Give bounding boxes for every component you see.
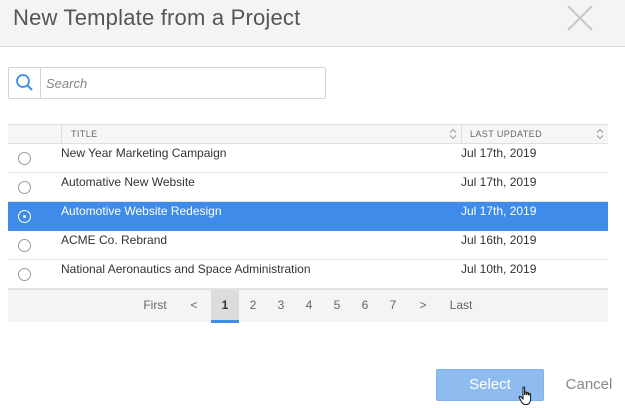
- sort-icon: [596, 128, 604, 140]
- projects-table: TITLE LAST UPDATED New Year Marketing Ca…: [8, 124, 608, 323]
- hand-pointer-icon: [518, 386, 532, 405]
- row-last-updated: Jul 17th, 2019: [461, 146, 537, 160]
- row-last-updated: Jul 10th, 2019: [461, 262, 537, 276]
- row-title: Automative New Website: [61, 175, 195, 189]
- cancel-button[interactable]: Cancel: [559, 369, 619, 401]
- table-row[interactable]: Automative New Website Jul 17th, 2019: [8, 173, 608, 202]
- row-title: Automotive Website Redesign: [61, 204, 222, 218]
- pagination-first[interactable]: First: [136, 290, 174, 323]
- row-radio[interactable]: [18, 268, 31, 281]
- row-last-updated: Jul 17th, 2019: [461, 175, 537, 189]
- dialog-header: New Template from a Project: [0, 0, 625, 47]
- search-input[interactable]: [42, 68, 324, 98]
- search-icon: [16, 74, 33, 91]
- pagination-prev[interactable]: <: [182, 290, 206, 323]
- row-radio[interactable]: [18, 152, 31, 165]
- dialog-title: New Template from a Project: [13, 5, 301, 30]
- close-button[interactable]: [565, 4, 595, 32]
- search-box: [8, 67, 326, 99]
- table-row[interactable]: ACME Co. Rebrand Jul 16th, 2019: [8, 231, 608, 260]
- row-radio[interactable]: [18, 181, 31, 194]
- column-header-title[interactable]: TITLE: [61, 125, 461, 144]
- row-title: ACME Co. Rebrand: [61, 233, 168, 247]
- close-icon: [567, 5, 593, 31]
- row-radio[interactable]: [18, 239, 31, 252]
- pagination-page-1[interactable]: 1: [211, 290, 239, 323]
- pagination-page-7[interactable]: 7: [379, 290, 407, 323]
- table-row-selected[interactable]: Automotive Website Redesign Jul 17th, 20…: [8, 202, 608, 231]
- pagination-page-4[interactable]: 4: [295, 290, 323, 323]
- column-header-select: [8, 125, 61, 144]
- row-last-updated: Jul 16th, 2019: [461, 233, 537, 247]
- row-last-updated: Jul 17th, 2019: [461, 204, 537, 218]
- column-header-last-updated-label: LAST UPDATED: [470, 129, 542, 139]
- pagination-last[interactable]: Last: [444, 290, 478, 323]
- pagination-page-5[interactable]: 5: [323, 290, 351, 323]
- row-radio-checked[interactable]: [18, 210, 31, 223]
- sort-icon: [449, 128, 457, 140]
- row-title: New Year Marketing Campaign: [61, 146, 227, 160]
- table-row[interactable]: New Year Marketing Campaign Jul 17th, 20…: [8, 144, 608, 173]
- pagination-page-3[interactable]: 3: [267, 290, 295, 323]
- column-header-last-updated[interactable]: LAST UPDATED: [461, 125, 608, 144]
- table-row[interactable]: National Aeronautics and Space Administr…: [8, 260, 608, 289]
- column-header-title-label: TITLE: [71, 129, 98, 139]
- row-title: National Aeronautics and Space Administr…: [61, 262, 311, 276]
- search-icon-container[interactable]: [9, 68, 41, 98]
- pagination: First < 1 2 3 4 5 6 7 > Last: [8, 289, 608, 323]
- table-header: TITLE LAST UPDATED: [8, 124, 608, 144]
- pagination-next[interactable]: >: [411, 290, 435, 323]
- pagination-page-6[interactable]: 6: [351, 290, 379, 323]
- pagination-page-2[interactable]: 2: [239, 290, 267, 323]
